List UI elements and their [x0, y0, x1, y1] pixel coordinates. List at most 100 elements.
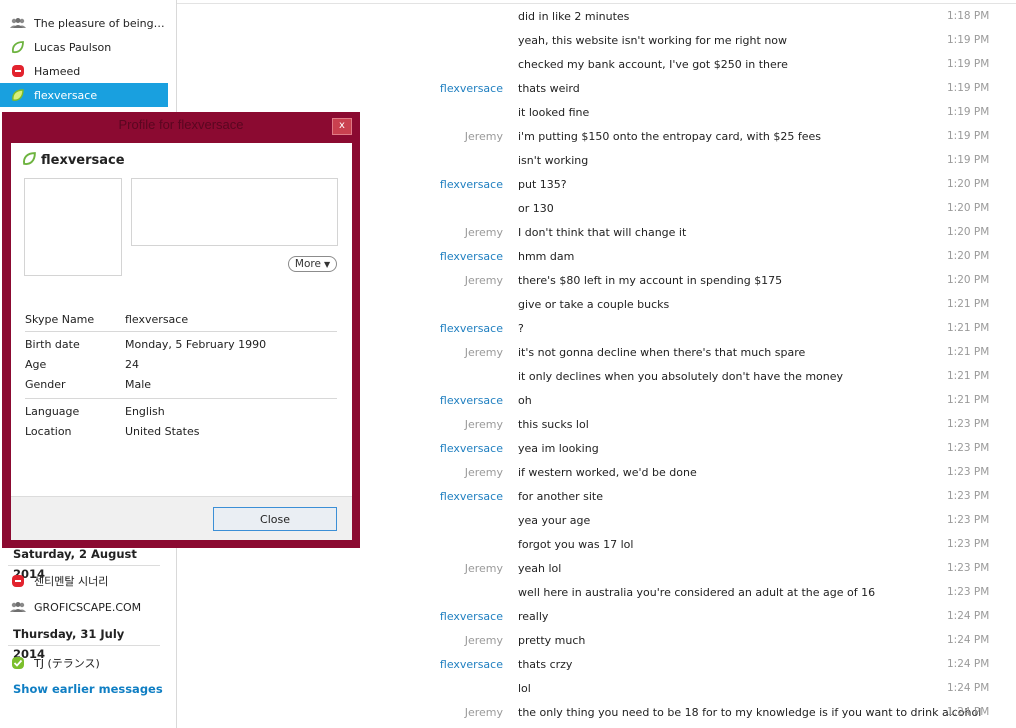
message-text: put 135?: [518, 178, 567, 191]
field-gender: Gender Male: [25, 378, 335, 396]
field-language: Language English: [25, 405, 335, 423]
chat-message: Jeremy pretty much 1:24 PM: [177, 629, 1016, 653]
message-sender[interactable]: Jeremy: [465, 418, 503, 431]
message-text: there's $80 left in my account in spendi…: [518, 274, 783, 287]
field-label: Location: [25, 425, 72, 438]
message-text: it only declines when you absolutely don…: [518, 370, 844, 383]
message-timestamp: 1:21 PM: [947, 346, 990, 358]
chat-message: did in like 2 minutes 1:18 PM: [177, 5, 1016, 29]
field-label: Age: [25, 358, 47, 371]
message-text: did in like 2 minutes: [518, 10, 630, 23]
field-value: United States: [125, 425, 200, 438]
status-offline-skype-icon: [10, 573, 26, 589]
dialog-title: Profile for flexversace: [118, 117, 244, 132]
chat-message: flexversace thats crzy 1:24 PM: [177, 653, 1016, 677]
message-sender[interactable]: flexversace: [440, 394, 503, 407]
message-text: pretty much: [518, 634, 586, 647]
message-text: yea your age: [518, 514, 591, 527]
field-value: flexversace: [125, 313, 189, 326]
contact-label: GROFICSCAPE.COM: [34, 600, 142, 614]
message-text: if western worked, we'd be done: [518, 466, 697, 479]
message-timestamp: 1:24 PM: [947, 706, 990, 718]
message-timestamp: 1:23 PM: [947, 418, 990, 430]
contact-item[interactable]: 센티멘탈 시너리: [0, 569, 168, 593]
message-sender[interactable]: flexversace: [440, 322, 503, 335]
contact-item[interactable]: Lucas Paulson: [0, 35, 168, 59]
contact-item-selected[interactable]: flexversace: [0, 83, 168, 107]
message-sender[interactable]: flexversace: [440, 250, 503, 263]
message-timestamp: 1:19 PM: [947, 106, 990, 118]
message-text: yea im looking: [518, 442, 599, 455]
message-timestamp: 1:19 PM: [947, 58, 990, 70]
field-label: Birth date: [25, 338, 80, 351]
message-text: for another site: [518, 490, 604, 503]
message-text: I don't think that will change it: [518, 226, 687, 239]
field-age: Age 24: [25, 358, 335, 376]
show-earlier-messages-link[interactable]: Show earlier messages: [13, 682, 163, 696]
contact-item[interactable]: GROFICSCAPE.COM: [0, 595, 168, 619]
field-birth-date: Birth date Monday, 5 February 1990: [25, 338, 335, 356]
profile-dialog: Profile for flexversace x flexversace Mo…: [2, 112, 360, 548]
message-timestamp: 1:21 PM: [947, 370, 990, 382]
message-timestamp: 1:24 PM: [947, 682, 990, 694]
message-sender[interactable]: flexversace: [440, 178, 503, 191]
close-button[interactable]: Close: [213, 507, 337, 531]
more-button[interactable]: More ▼: [288, 256, 337, 272]
chat-message: flexversace thats weird 1:19 PM: [177, 77, 1016, 101]
message-text: yeah, this website isn't working for me …: [518, 34, 788, 47]
message-timestamp: 1:23 PM: [947, 442, 990, 454]
message-sender[interactable]: Jeremy: [465, 466, 503, 479]
message-sender[interactable]: Jeremy: [465, 130, 503, 143]
message-text: the only thing you need to be 18 for to …: [518, 706, 982, 719]
profile-header: flexversace: [22, 151, 125, 169]
message-timestamp: 1:18 PM: [947, 10, 990, 22]
dialog-close-button[interactable]: x: [332, 118, 352, 135]
message-sender[interactable]: flexversace: [440, 442, 503, 455]
message-timestamp: 1:19 PM: [947, 154, 990, 166]
field-location: Location United States: [25, 425, 335, 443]
chat-message: lol 1:24 PM: [177, 677, 1016, 701]
message-text: or 130: [518, 202, 554, 215]
message-timestamp: 1:23 PM: [947, 514, 990, 526]
message-text: it looked fine: [518, 106, 590, 119]
message-timestamp: 1:21 PM: [947, 298, 990, 310]
message-text: i'm putting $150 onto the entropay card,…: [518, 130, 822, 143]
message-timestamp: 1:23 PM: [947, 562, 990, 574]
message-sender[interactable]: Jeremy: [465, 346, 503, 359]
group-icon: [10, 15, 26, 31]
message-timestamp: 1:19 PM: [947, 82, 990, 94]
status-away-leaf-icon: [10, 87, 26, 103]
chat-message: flexversace really 1:24 PM: [177, 605, 1016, 629]
message-text: give or take a couple bucks: [518, 298, 670, 311]
message-text: thats weird: [518, 82, 580, 95]
message-timestamp: 1:24 PM: [947, 634, 990, 646]
message-sender[interactable]: Jeremy: [465, 562, 503, 575]
contact-item[interactable]: The pleasure of being cu...: [0, 11, 168, 35]
chevron-down-icon: ▼: [323, 259, 331, 269]
message-sender[interactable]: Jeremy: [465, 634, 503, 647]
message-timestamp: 1:23 PM: [947, 466, 990, 478]
message-timestamp: 1:20 PM: [947, 226, 990, 238]
contact-item[interactable]: TJ (テランス): [0, 651, 168, 675]
contact-label: flexversace: [34, 88, 98, 102]
message-sender[interactable]: flexversace: [440, 610, 503, 623]
contact-item[interactable]: Hameed: [0, 59, 168, 83]
chat-message: yeah, this website isn't working for me …: [177, 29, 1016, 53]
field-label: Language: [25, 405, 80, 418]
avatar: [24, 178, 122, 276]
message-sender[interactable]: Jeremy: [465, 274, 503, 287]
mood-message-box: [131, 178, 338, 246]
field-label: Skype Name: [25, 313, 95, 326]
message-text: really: [518, 610, 549, 623]
status-offline-skype-icon: [10, 63, 26, 79]
message-text: it's not gonna decline when there's that…: [518, 346, 806, 359]
message-timestamp: 1:20 PM: [947, 274, 990, 286]
contact-label: Lucas Paulson: [34, 40, 112, 54]
message-timestamp: 1:24 PM: [947, 658, 990, 670]
message-sender[interactable]: flexversace: [440, 82, 503, 95]
field-value: Male: [125, 378, 152, 391]
message-sender[interactable]: flexversace: [440, 490, 503, 503]
message-sender[interactable]: Jeremy: [465, 706, 503, 719]
message-sender[interactable]: Jeremy: [465, 226, 503, 239]
message-sender[interactable]: flexversace: [440, 658, 503, 671]
